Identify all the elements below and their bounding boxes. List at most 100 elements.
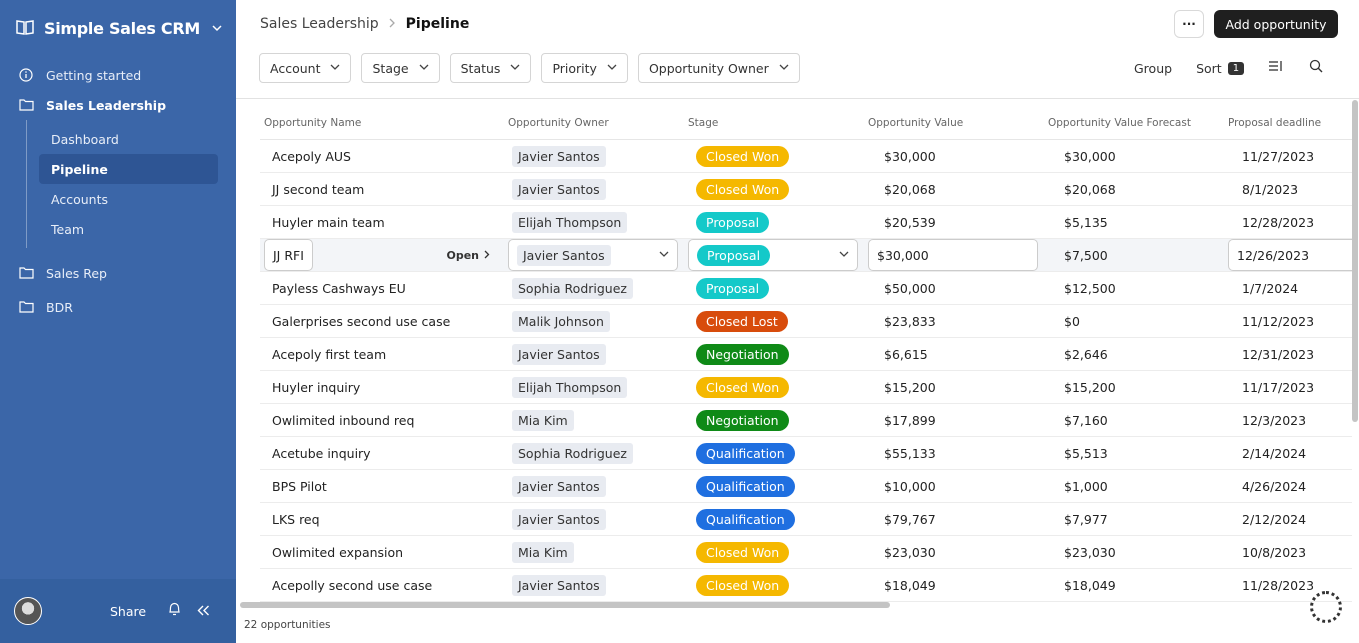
cell-value[interactable]: $30,000 bbox=[868, 149, 1048, 164]
cell-deadline[interactable]: 2/12/2024 bbox=[1228, 512, 1352, 527]
column-header[interactable]: Stage bbox=[688, 117, 868, 129]
cell-opportunity-name[interactable]: Huyler inquiry bbox=[260, 380, 508, 395]
cell-stage[interactable]: Closed Lost bbox=[688, 310, 868, 332]
cell-stage[interactable]: Closed Won bbox=[688, 178, 868, 200]
cell-value[interactable]: $55,133 bbox=[868, 446, 1048, 461]
cell-opportunity-name[interactable]: Payless Cashways EU bbox=[260, 281, 508, 296]
cell-stage[interactable]: Closed Won bbox=[688, 145, 868, 167]
opportunity-name-input[interactable]: JJ RFI bbox=[264, 239, 313, 271]
filter-priority[interactable]: Priority bbox=[541, 53, 628, 83]
cell-owner[interactable]: Malik Johnson bbox=[508, 310, 688, 332]
sidebar-item-accounts[interactable]: Accounts bbox=[39, 184, 218, 214]
cell-opportunity-name[interactable]: JJ RFI Open bbox=[260, 239, 508, 271]
sort-button[interactable]: Sort 1 bbox=[1196, 61, 1245, 76]
cell-owner[interactable]: Javier Santos bbox=[508, 343, 688, 365]
cell-owner[interactable]: Javier Santos bbox=[508, 475, 688, 497]
cell-deadline[interactable]: 11/17/2023 bbox=[1228, 380, 1352, 395]
vertical-scrollbar[interactable] bbox=[1352, 100, 1358, 422]
table-row[interactable]: Acepolly second use case Javier Santos Clo… bbox=[260, 569, 1352, 602]
cell-value[interactable]: $79,767 bbox=[868, 512, 1048, 527]
cell-owner[interactable]: Javier Santos bbox=[508, 239, 688, 271]
cell-stage[interactable]: Proposal bbox=[688, 211, 868, 233]
filter-status[interactable]: Status bbox=[449, 53, 532, 83]
cell-deadline[interactable]: 8/1/2023 bbox=[1228, 182, 1352, 197]
avatar[interactable] bbox=[14, 597, 42, 625]
cell-deadline[interactable]: 10/8/2023 bbox=[1228, 545, 1352, 560]
more-options-button[interactable]: ··· bbox=[1174, 10, 1204, 38]
column-header[interactable]: Opportunity Owner bbox=[508, 117, 688, 129]
cell-value[interactable]: $20,068 bbox=[868, 182, 1048, 197]
cell-owner[interactable]: Javier Santos bbox=[508, 508, 688, 530]
cell-value[interactable]: $6,615 bbox=[868, 347, 1048, 362]
cell-value[interactable]: $18,049 bbox=[868, 578, 1048, 593]
cell-value[interactable]: $15,200 bbox=[868, 380, 1048, 395]
cell-stage[interactable]: Qualification bbox=[688, 442, 868, 464]
filter-stage[interactable]: Stage bbox=[361, 53, 440, 83]
cell-value[interactable]: $30,000 bbox=[868, 239, 1048, 271]
table-row[interactable]: Owlimited inbound req Mia Kim Negotiation $… bbox=[260, 404, 1352, 437]
cell-owner[interactable]: Mia Kim bbox=[508, 541, 688, 563]
table-row[interactable]: JJ RFI Open Javier Santos Proposal $30,000 $7… bbox=[260, 239, 1352, 272]
sidebar-item-bdr[interactable]: BDR bbox=[0, 292, 236, 322]
horizontal-scrollbar[interactable] bbox=[240, 602, 890, 608]
cell-opportunity-name[interactable]: Acepolly second use case bbox=[260, 578, 508, 593]
cell-deadline[interactable]: 1/7/2024 bbox=[1228, 281, 1352, 296]
collapse-sidebar-icon[interactable] bbox=[197, 602, 210, 620]
cell-stage[interactable]: Negotiation bbox=[688, 343, 868, 365]
column-header[interactable]: Proposal deadline bbox=[1228, 117, 1352, 129]
cell-opportunity-name[interactable]: BPS Pilot bbox=[260, 479, 508, 494]
cell-value[interactable]: $10,000 bbox=[868, 479, 1048, 494]
cell-deadline[interactable]: 12/3/2023 bbox=[1228, 413, 1352, 428]
table-row[interactable]: JJ second team Javier Santos Closed Won $20… bbox=[260, 173, 1352, 206]
cell-stage[interactable]: Proposal bbox=[688, 239, 868, 271]
cell-deadline[interactable]: 12/26/2023 bbox=[1228, 239, 1352, 271]
cell-opportunity-name[interactable]: Acepoly AUS bbox=[260, 149, 508, 164]
breadcrumb-parent[interactable]: Sales Leadership bbox=[260, 16, 379, 32]
column-header[interactable]: Opportunity Value Forecast bbox=[1048, 117, 1228, 129]
cell-deadline[interactable]: 12/28/2023 bbox=[1228, 215, 1352, 230]
cell-stage[interactable]: Closed Won bbox=[688, 376, 868, 398]
sidebar-item-team[interactable]: Team bbox=[39, 214, 218, 244]
fields-icon[interactable] bbox=[1268, 60, 1283, 76]
cell-owner[interactable]: Elijah Thompson bbox=[508, 376, 688, 398]
cell-value[interactable]: $23,030 bbox=[868, 545, 1048, 560]
cell-owner[interactable]: Javier Santos bbox=[508, 574, 688, 596]
cell-stage[interactable]: Qualification bbox=[688, 508, 868, 530]
cell-opportunity-name[interactable]: LKS req bbox=[260, 512, 508, 527]
cell-opportunity-name[interactable]: Acepoly first team bbox=[260, 347, 508, 362]
cell-deadline[interactable]: 11/12/2023 bbox=[1228, 314, 1352, 329]
cell-opportunity-name[interactable]: Owlimited inbound req bbox=[260, 413, 508, 428]
table-row[interactable]: Acepoly first team Javier Santos Negotiati… bbox=[260, 338, 1352, 371]
table-row[interactable]: Huyler inquiry Elijah Thompson Closed Won $… bbox=[260, 371, 1352, 404]
cell-opportunity-name[interactable]: Owlimited expansion bbox=[260, 545, 508, 560]
cell-value[interactable]: $17,899 bbox=[868, 413, 1048, 428]
workspace-switcher[interactable]: Simple Sales CRM bbox=[16, 14, 222, 42]
cell-stage[interactable]: Closed Won bbox=[688, 574, 868, 596]
filter-opportunity-owner[interactable]: Opportunity Owner bbox=[637, 53, 800, 83]
table-row[interactable]: Huyler main team Elijah Thompson Proposal $… bbox=[260, 206, 1352, 239]
group-button[interactable]: Group bbox=[1134, 61, 1172, 76]
table-row[interactable]: LKS req Javier Santos Qualification $79,767… bbox=[260, 503, 1352, 536]
cell-owner[interactable]: Elijah Thompson bbox=[508, 211, 688, 233]
cell-deadline[interactable]: 11/27/2023 bbox=[1228, 149, 1352, 164]
search-icon[interactable] bbox=[1309, 59, 1323, 77]
filter-account[interactable]: Account bbox=[259, 53, 352, 83]
table-row[interactable]: BPS Pilot Javier Santos Qualification $10,0… bbox=[260, 470, 1352, 503]
table-row[interactable]: Payless Cashways EU Sophia Rodriguez Propo… bbox=[260, 272, 1352, 305]
cell-opportunity-name[interactable]: JJ second team bbox=[260, 182, 508, 197]
cell-opportunity-name[interactable]: Galerprises second use case bbox=[260, 314, 508, 329]
cell-opportunity-name[interactable]: Acetube inquiry bbox=[260, 446, 508, 461]
sidebar-item-dashboard[interactable]: Dashboard bbox=[39, 124, 218, 154]
cell-owner[interactable]: Mia Kim bbox=[508, 409, 688, 431]
cell-stage[interactable]: Closed Won bbox=[688, 541, 868, 563]
cell-deadline[interactable]: 11/28/2023 bbox=[1228, 578, 1352, 593]
cell-stage[interactable]: Proposal bbox=[688, 277, 868, 299]
cell-stage[interactable]: Qualification bbox=[688, 475, 868, 497]
add-opportunity-button[interactable]: Add opportunity bbox=[1214, 10, 1338, 38]
cell-stage[interactable]: Negotiation bbox=[688, 409, 868, 431]
cell-owner[interactable]: Javier Santos bbox=[508, 178, 688, 200]
sidebar-item-pipeline[interactable]: Pipeline bbox=[39, 154, 218, 184]
cell-owner[interactable]: Sophia Rodriguez bbox=[508, 442, 688, 464]
owner-select[interactable]: Javier Santos bbox=[508, 239, 678, 271]
sidebar-item-getting-started[interactable]: Getting started bbox=[0, 60, 236, 90]
